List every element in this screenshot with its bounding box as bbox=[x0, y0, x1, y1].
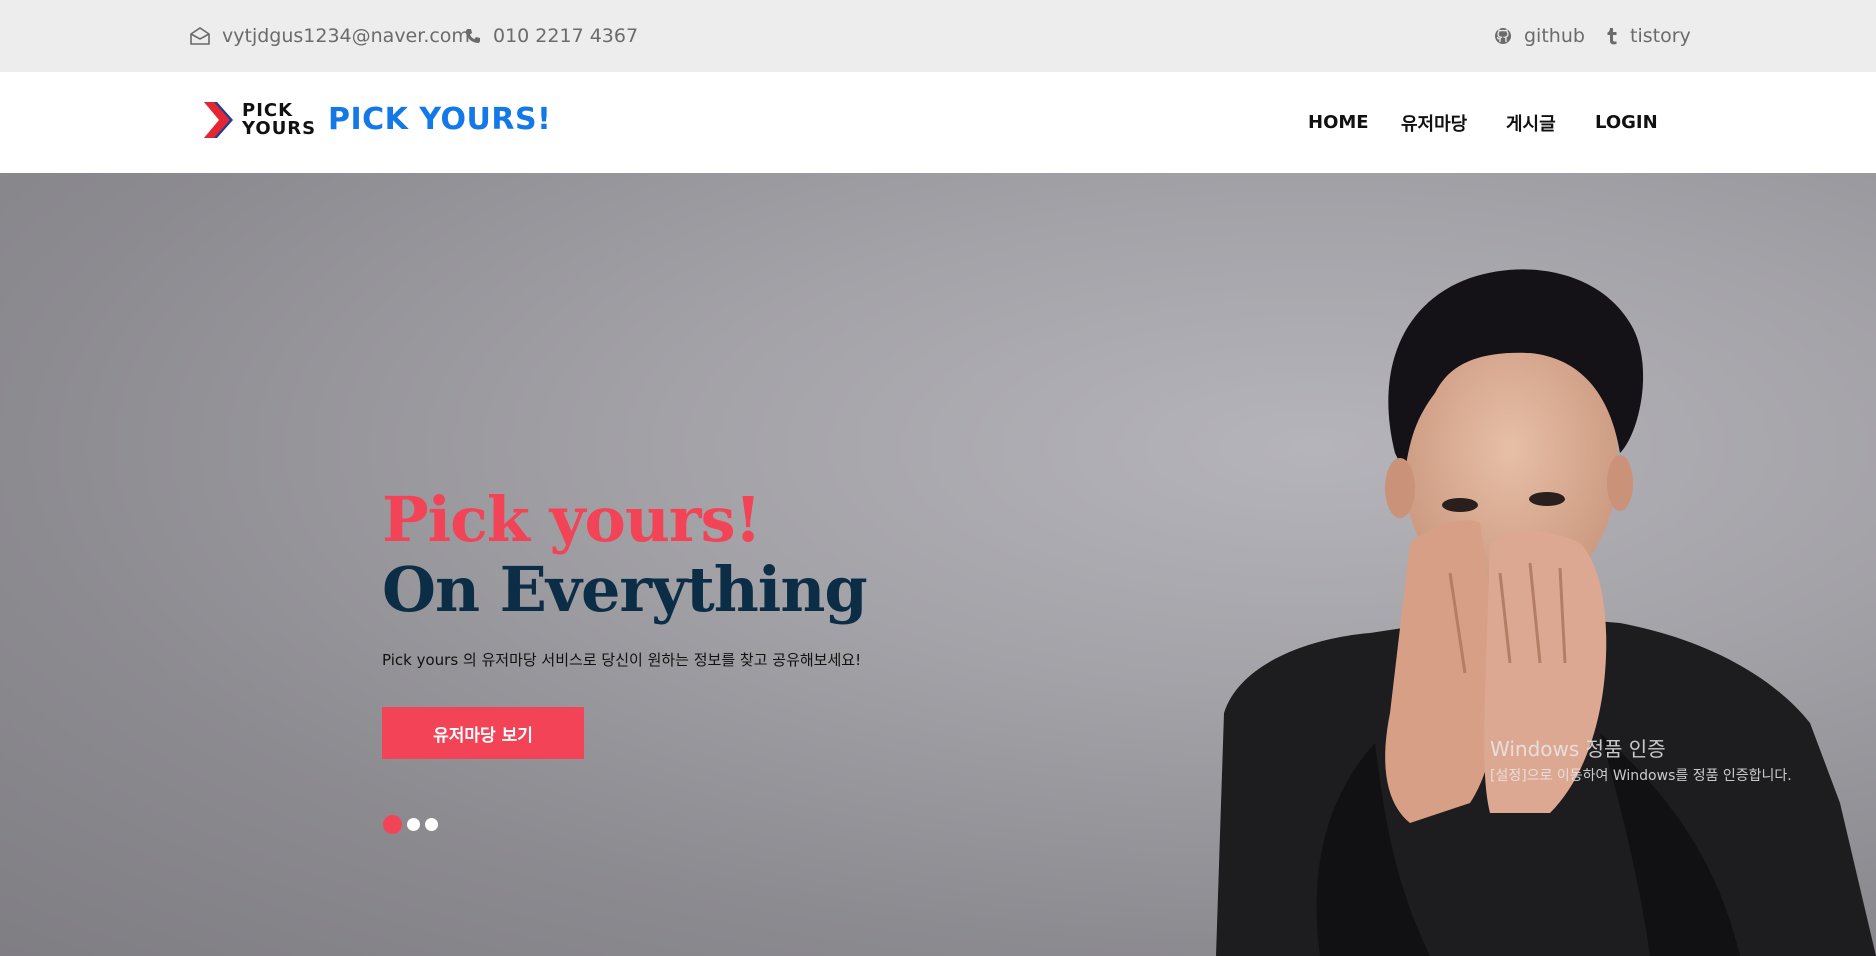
email-text: vytjdgus1234@naver.com bbox=[222, 25, 470, 47]
phone-icon bbox=[465, 28, 481, 44]
nav-user-market[interactable]: 유저마당 bbox=[1401, 110, 1467, 136]
envelope-open-icon bbox=[190, 27, 210, 45]
slider-dot-2[interactable] bbox=[407, 818, 420, 831]
windows-activation-text: [설정]으로 이동하여 Windows를 정품 인증합니다. bbox=[1490, 768, 1792, 784]
hero-person-image bbox=[1216, 269, 1876, 956]
top-contact-bar: vytjdgus1234@naver.com 010 2217 4367 git… bbox=[0, 0, 1876, 72]
hero-title-line-2: On Everything bbox=[382, 553, 868, 626]
slider-dot-1[interactable] bbox=[383, 815, 402, 834]
github-label: github bbox=[1524, 25, 1585, 47]
slider-dot-3[interactable] bbox=[425, 818, 438, 831]
nav-home[interactable]: HOME bbox=[1308, 112, 1369, 133]
nav-login[interactable]: LOGIN bbox=[1595, 112, 1658, 133]
github-link[interactable]: github bbox=[1494, 0, 1585, 72]
view-user-market-button[interactable]: 유저마당 보기 bbox=[382, 707, 584, 759]
tistory-link[interactable]: tistory bbox=[1606, 0, 1691, 72]
windows-activation-title: Windows 정품 인증 bbox=[1490, 737, 1666, 761]
site-header: PICK YOURS PICK YOURS! HOME 유저마당 게시글 LOG… bbox=[0, 72, 1876, 173]
contact-phone[interactable]: 010 2217 4367 bbox=[465, 0, 638, 72]
hero-banner: Pick yours! On Everything Pick yours 의 유… bbox=[0, 173, 1876, 956]
nav-posts[interactable]: 게시글 bbox=[1506, 110, 1556, 136]
slider-dots bbox=[383, 815, 443, 834]
github-icon bbox=[1494, 27, 1512, 45]
phone-text: 010 2217 4367 bbox=[493, 25, 639, 47]
hero-title-line-1: Pick yours! bbox=[382, 483, 762, 556]
hero-subtitle: Pick yours 의 유저마당 서비스로 당신이 원하는 정보를 찾고 공유… bbox=[382, 651, 862, 669]
tumblr-t-icon bbox=[1606, 27, 1618, 45]
contact-email[interactable]: vytjdgus1234@naver.com bbox=[190, 0, 470, 72]
main-nav: HOME 유저마당 게시글 LOGIN bbox=[0, 72, 1876, 173]
tistory-label: tistory bbox=[1630, 25, 1691, 47]
